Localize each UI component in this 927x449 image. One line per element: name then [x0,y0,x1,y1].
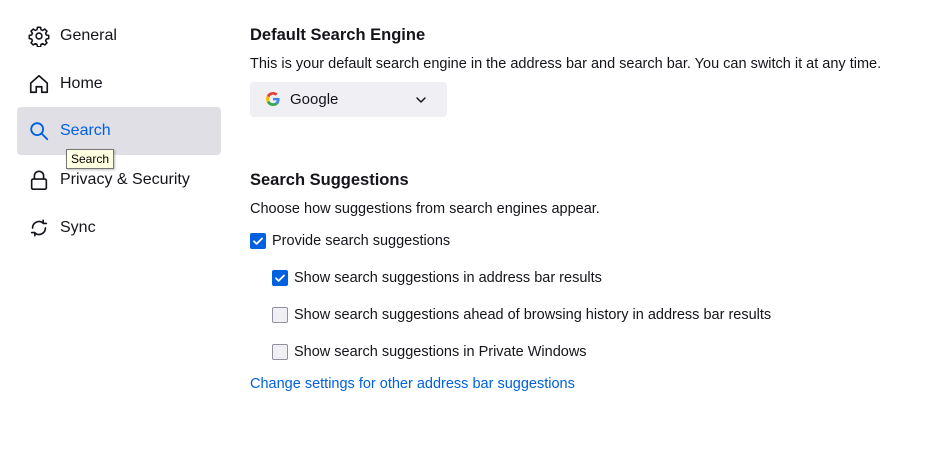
private-windows-suggestions-option: Show search suggestions in Private Windo… [272,344,587,360]
default-search-engine-heading: Default Search Engine [250,26,426,44]
provide-suggestions-checkbox[interactable] [250,233,266,249]
default-search-engine-description: This is your default search engine in th… [250,56,882,72]
sidebar-item-label: Search [60,122,111,139]
sidebar-item-label: General [60,27,117,44]
sidebar-item-privacy-security[interactable]: Privacy & Security [17,156,221,204]
search-engine-dropdown[interactable]: Google [250,82,447,117]
sidebar: General Home Search Privacy & Security S… [0,0,232,449]
sidebar-item-general[interactable]: General [17,12,221,60]
sidebar-item-label: Privacy & Security [60,171,190,188]
search-tooltip: Search [66,149,115,169]
private-windows-suggestions-label[interactable]: Show search suggestions in Private Windo… [294,344,587,360]
search-icon [27,119,51,143]
google-icon [266,91,282,108]
suggestions-ahead-history-option: Show search suggestions ahead of browsin… [272,307,771,323]
home-icon [27,72,51,96]
sidebar-item-home[interactable]: Home [17,60,221,108]
suggestions-ahead-history-label[interactable]: Show search suggestions ahead of browsin… [294,307,771,323]
search-engine-value: Google [290,91,339,108]
sidebar-item-search[interactable]: Search [17,107,221,155]
address-bar-suggestions-option: Show search suggestions in address bar r… [272,270,602,286]
main-content: Default Search Engine This is your defau… [250,0,927,449]
chevron-down-icon [414,93,428,107]
address-bar-suggestions-label[interactable]: Show search suggestions in address bar r… [294,270,602,286]
sidebar-item-label: Home [60,75,103,92]
gear-icon [27,24,51,48]
sidebar-item-label: Sync [60,219,96,236]
private-windows-suggestions-checkbox[interactable] [272,344,288,360]
address-bar-suggestions-settings-link[interactable]: Change settings for other address bar su… [250,376,575,392]
provide-suggestions-label[interactable]: Provide search suggestions [272,233,450,249]
provide-suggestions-option: Provide search suggestions [250,233,450,249]
settings-page: General Home Search Privacy & Security S… [0,0,927,449]
search-suggestions-heading: Search Suggestions [250,171,409,189]
lock-icon [27,168,51,192]
suggestions-ahead-history-checkbox[interactable] [272,307,288,323]
search-suggestions-description: Choose how suggestions from search engin… [250,201,600,217]
sync-icon [27,216,51,240]
address-bar-suggestions-checkbox[interactable] [272,270,288,286]
sidebar-item-sync[interactable]: Sync [17,204,221,252]
